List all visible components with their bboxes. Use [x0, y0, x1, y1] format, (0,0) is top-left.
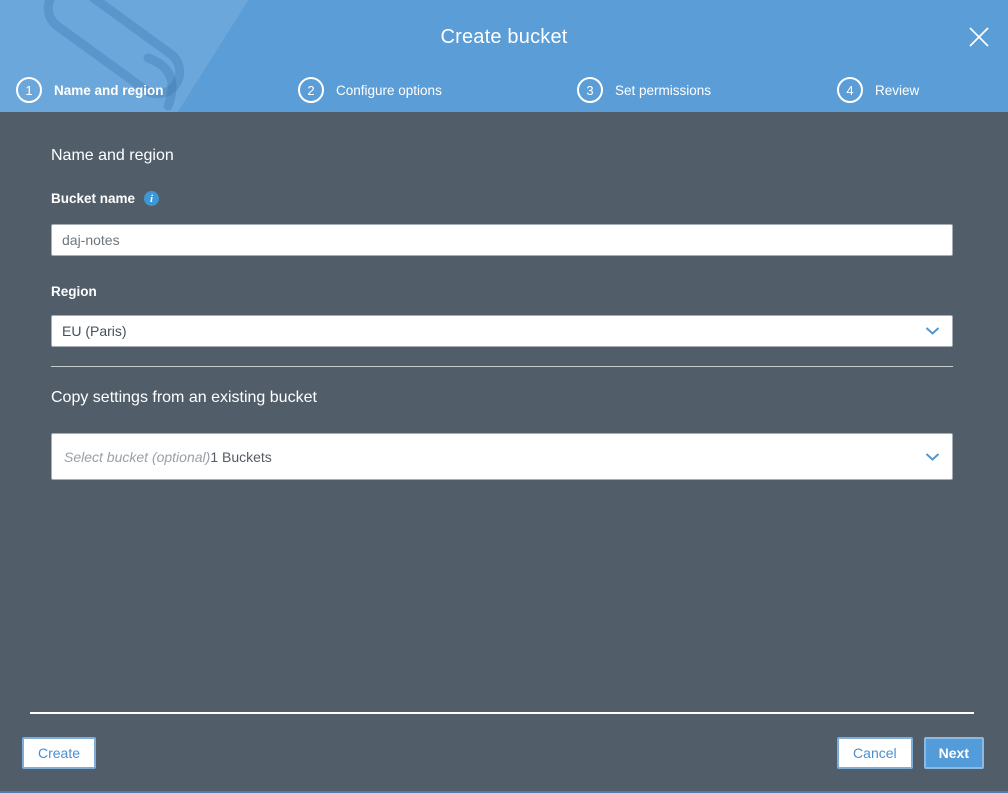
close-icon[interactable] — [965, 23, 993, 51]
bucket-select-placeholder: Select bucket (optional) — [64, 448, 211, 465]
dialog-header: Create bucket 1 Name and region 2 Config… — [0, 0, 1008, 112]
section-divider — [51, 366, 953, 367]
dialog-title: Create bucket — [440, 26, 568, 48]
region-label-text: Region — [51, 284, 97, 299]
step-configure-options[interactable]: 2 Configure options — [298, 76, 442, 104]
copy-settings-bucket-select[interactable]: Select bucket (optional) 1 Buckets — [51, 433, 953, 480]
buckets-count-text: 1 Buckets — [210, 448, 272, 465]
footer-actions: Cancel Next — [837, 737, 984, 769]
create-button[interactable]: Create — [22, 737, 97, 769]
step-1-badge: 1 — [16, 77, 42, 103]
step-review[interactable]: 4 Review — [837, 76, 919, 104]
step-4-label: Review — [875, 82, 920, 98]
next-button[interactable]: Next — [923, 737, 984, 769]
cancel-button[interactable]: Cancel — [837, 737, 913, 769]
section-heading-copy-settings: Copy settings from an existing bucket — [51, 389, 317, 406]
footer-divider — [30, 712, 974, 714]
step-2-label: Configure options — [336, 82, 442, 98]
region-select[interactable]: EU (Paris) — [51, 315, 953, 347]
region-select-value: EU (Paris) — [62, 323, 127, 339]
step-1-label: Name and region — [54, 82, 164, 98]
chevron-down-icon — [925, 327, 940, 335]
bucket-name-input[interactable] — [51, 224, 953, 256]
step-set-permissions[interactable]: 3 Set permissions — [577, 76, 711, 104]
create-bucket-dialog: Create bucket 1 Name and region 2 Config… — [0, 0, 1008, 793]
bucket-name-label-text: Bucket name — [51, 191, 136, 206]
step-3-label: Set permissions — [615, 82, 712, 98]
step-3-badge: 3 — [577, 77, 603, 103]
step-4-badge: 4 — [837, 77, 863, 103]
chevron-down-icon — [925, 452, 940, 461]
info-icon[interactable]: i — [144, 191, 160, 206]
step-2-badge: 2 — [298, 77, 324, 103]
dialog-body: Name and region Bucket name i Region EU … — [0, 112, 1008, 793]
step-indicator: 1 Name and region 2 Configure options 3 … — [0, 76, 1008, 104]
step-name-and-region[interactable]: 1 Name and region — [16, 76, 164, 104]
section-heading-name-region: Name and region — [51, 147, 174, 164]
bucket-name-label: Bucket name i — [51, 191, 160, 206]
region-label: Region — [51, 284, 97, 299]
